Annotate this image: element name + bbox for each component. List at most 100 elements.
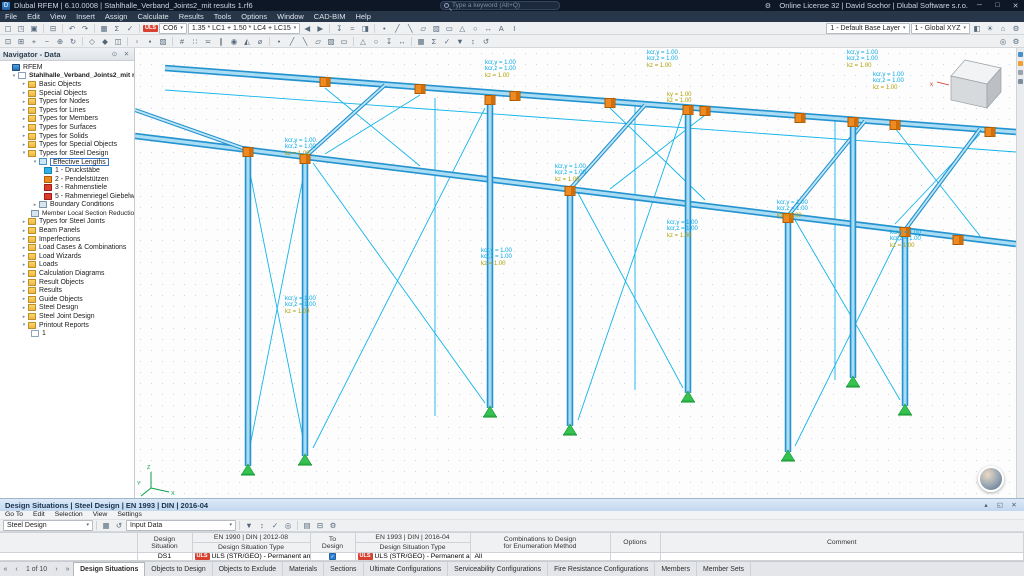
menu-settings[interactable]: Settings [112, 511, 147, 518]
menu-go-to[interactable]: Go To [0, 511, 28, 518]
previous-page-button[interactable]: ‹ [11, 562, 22, 576]
rename-input[interactable]: Effective Lengths [50, 157, 109, 167]
layer-combo[interactable]: 1 - Default Base Layer ▾ [826, 22, 910, 34]
zoom-out-icon[interactable]: − [41, 36, 53, 47]
tab-ultimate-configurations[interactable]: Ultimate Configurations [364, 562, 449, 576]
table-row[interactable]: DS1 ULSULS (STR/GEO) - Permanent and tra… [0, 552, 1024, 561]
menu-selection[interactable]: Selection [50, 511, 88, 518]
eye-icon[interactable]: ◎ [997, 36, 1009, 47]
tab-members[interactable]: Members [655, 562, 698, 576]
to-design-checkbox[interactable]: ✓ [329, 553, 336, 560]
print-icon[interactable]: ⊟ [47, 23, 59, 34]
tree-item-member-local-section-reductions[interactable]: Member Local Section Reductions [0, 209, 134, 218]
expand-icon[interactable]: ▸ [20, 305, 28, 311]
menu-insert[interactable]: Insert [71, 11, 100, 22]
steel-beams[interactable] [135, 64, 1016, 248]
search-input[interactable] [452, 2, 556, 9]
pin-icon[interactable]: ⊙ [110, 50, 119, 58]
calculate-icon[interactable]: Σ [428, 36, 440, 47]
keyword-search[interactable] [440, 1, 560, 10]
isometric-view-icon[interactable]: ◇ [86, 36, 98, 47]
first-page-button[interactable]: « [0, 562, 11, 576]
wireframe-icon[interactable]: ▫ [131, 36, 143, 47]
sort-icon[interactable]: ↕ [467, 36, 479, 47]
check-icon[interactable]: ✓ [441, 36, 453, 47]
tab-objects-to-design[interactable]: Objects to Design [145, 562, 213, 576]
tab-member-sets[interactable]: Member Sets [697, 562, 752, 576]
collapse-icon[interactable]: ▴ [981, 501, 991, 509]
panel-toggle-button[interactable] [1018, 52, 1023, 57]
show-loads-icon[interactable]: ↧ [333, 23, 345, 34]
maximize-button[interactable]: □ [991, 2, 1004, 9]
visibility-icon[interactable]: ◉ [228, 36, 240, 47]
expand-icon[interactable]: ▾ [10, 73, 18, 79]
menu-help[interactable]: Help [350, 11, 375, 22]
close-icon[interactable]: ✕ [1009, 501, 1019, 509]
home-view-icon[interactable]: ⌂ [997, 23, 1009, 34]
panel-toggle-button[interactable] [1018, 79, 1023, 84]
menu-assign[interactable]: Assign [100, 11, 133, 22]
support-icon[interactable]: △ [357, 36, 369, 47]
expand-icon[interactable]: ▾ [31, 159, 39, 165]
tree-item-effective-length-1[interactable]: 1 - Druckstäbe [0, 166, 134, 175]
tree-item-calculation-diagrams[interactable]: ▸ Calculation Diagrams [0, 269, 134, 278]
tree-item-imperfections[interactable]: ▸ Imperfections [0, 235, 134, 244]
tree-item-steel-joint-design[interactable]: ▸ Steel Joint Design [0, 312, 134, 321]
tab-materials[interactable]: Materials [283, 562, 325, 576]
menu-view[interactable]: View [45, 11, 71, 22]
line-icon[interactable]: ╱ [286, 36, 298, 47]
tree-item-effective-lengths[interactable]: ▾ Effective Lengths [0, 157, 134, 167]
measure-icon[interactable]: ⌀ [254, 36, 266, 47]
panel-toggle-button[interactable] [1018, 70, 1023, 75]
hinge-icon[interactable]: ○ [469, 23, 481, 34]
tree-item-types-for-nodes[interactable]: ▸ Types for Nodes [0, 97, 134, 106]
expand-icon[interactable]: ▾ [20, 322, 28, 328]
tree-item-loads[interactable]: ▸ Loads [0, 261, 134, 270]
guidelines-icon[interactable]: ∥ [215, 36, 227, 47]
line-icon[interactable]: ╱ [391, 23, 403, 34]
expand-icon[interactable]: ▸ [20, 271, 28, 277]
zoom-all-icon[interactable]: ⊡ [2, 36, 14, 47]
expand-icon[interactable]: ▸ [20, 124, 28, 130]
expand-icon[interactable]: ▾ [20, 150, 28, 156]
tree-item-types-for-steel-design[interactable]: ▾ Types for Steel Design [0, 149, 134, 158]
export-excel-icon[interactable]: ▤ [301, 520, 313, 531]
expand-icon[interactable]: ▸ [20, 253, 28, 259]
tree-item-special-objects[interactable]: ▸ Special Objects [0, 89, 134, 98]
clipping-icon[interactable]: ◭ [241, 36, 253, 47]
print-icon[interactable]: ⊟ [314, 520, 326, 531]
tree-item-result-objects[interactable]: ▸ Result Objects [0, 278, 134, 287]
expand-icon[interactable]: ▸ [20, 236, 28, 242]
menu-results[interactable]: Results [174, 11, 209, 22]
menu-view[interactable]: View [88, 511, 113, 518]
next-loadcase-icon[interactable]: ▶ [314, 23, 326, 34]
tree-item-printout-report-1[interactable]: 1 [0, 329, 134, 338]
zoom-window-icon[interactable]: ⊞ [15, 36, 27, 47]
tree-item-effective-length-5[interactable]: 5 - Rahmenriegel Giebelwand [0, 192, 134, 201]
menu-calculate[interactable]: Calculate [132, 11, 173, 22]
tree-item-rfem[interactable]: RFEM [0, 63, 134, 72]
menu-edit[interactable]: Edit [28, 511, 50, 518]
loads-icon[interactable]: ↧ [383, 36, 395, 47]
solid-view-icon[interactable]: ▪ [144, 36, 156, 47]
section-icon[interactable]: I [508, 23, 520, 34]
settings-icon[interactable]: ⚙ [327, 520, 339, 531]
expand-icon[interactable]: ▸ [20, 262, 28, 268]
expand-icon[interactable]: ▸ [20, 245, 28, 251]
show-results-icon[interactable]: ≈ [346, 23, 358, 34]
solid-icon[interactable]: ▧ [430, 23, 442, 34]
expand-icon[interactable]: ▸ [20, 133, 28, 139]
expand-icon[interactable]: ▸ [20, 228, 28, 234]
opening-icon[interactable]: ▭ [443, 23, 455, 34]
tree-item-basic-objects[interactable]: ▸ Basic Objects [0, 80, 134, 89]
sun-icon[interactable]: ☀ [984, 23, 996, 34]
tree-item-types-for-solids[interactable]: ▸ Types for Solids [0, 132, 134, 141]
tree-item-beam-panels[interactable]: ▸ Beam Panels [0, 226, 134, 235]
expand-icon[interactable]: ▸ [20, 81, 28, 87]
tab-objects-to-exclude[interactable]: Objects to Exclude [213, 562, 284, 576]
minimize-button[interactable]: ─ [973, 2, 986, 9]
surface-icon[interactable]: ▱ [417, 23, 429, 34]
render-icon[interactable]: ◧ [971, 23, 983, 34]
text-icon[interactable]: A [495, 23, 507, 34]
next-page-button[interactable]: › [51, 562, 62, 576]
